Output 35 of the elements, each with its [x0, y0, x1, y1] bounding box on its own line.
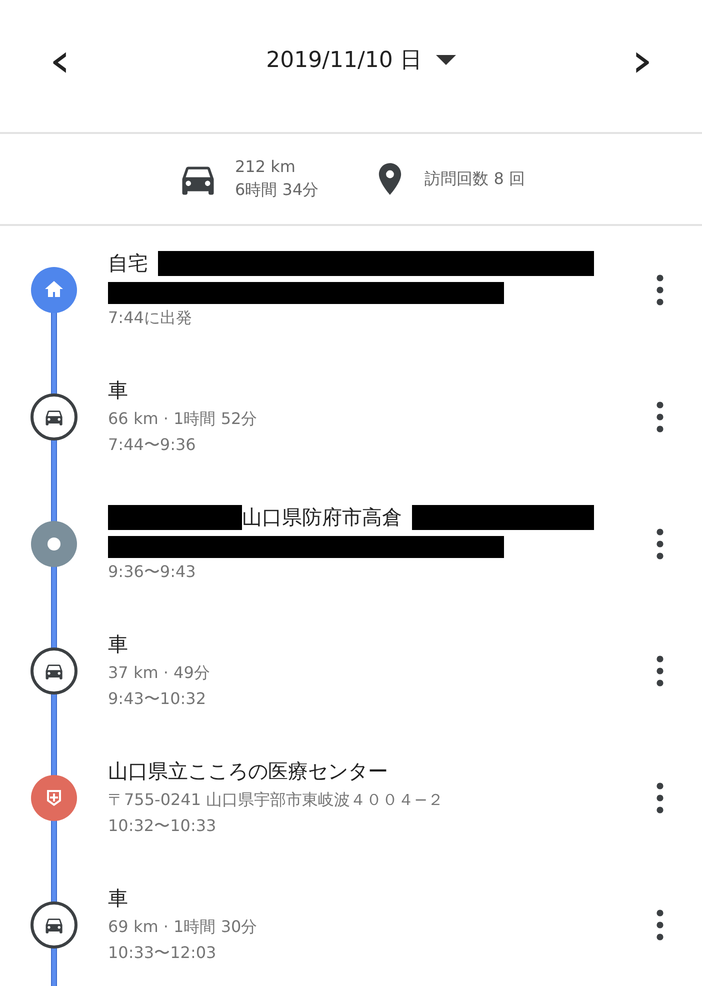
place-title: 車 [108, 631, 128, 658]
hospital-icon [30, 774, 78, 822]
more-options-icon[interactable] [656, 782, 664, 814]
next-day-button[interactable]: › [616, 37, 668, 83]
time-range: 7:44〜9:36 [108, 435, 196, 456]
more-options-icon[interactable] [656, 654, 664, 686]
place-title: 山口県防府市高倉 [242, 504, 402, 531]
caret-icon [436, 55, 456, 65]
car-icon [30, 646, 78, 694]
place-title: 山口県立こころの医療センター [108, 758, 388, 785]
place-title: 車 [108, 377, 128, 404]
detail-text: 37 km · 49分 [108, 663, 210, 684]
date-dropdown[interactable]: 2019/11/10 日 [266, 45, 456, 75]
more-options-icon[interactable] [656, 908, 664, 940]
time-range: 9:43〜10:32 [108, 689, 206, 710]
time-range: 10:33〜12:03 [108, 943, 216, 964]
detail-text: 69 km · 1時間 30分 [108, 917, 258, 938]
detail-text: 〒755-0241 山口県宇部市東岐波４００４−２ [108, 790, 444, 811]
more-options-icon[interactable] [656, 274, 664, 306]
detail-text: 66 km · 1時間 52分 [108, 409, 258, 430]
previous-day-button[interactable]: ‹ [34, 37, 86, 83]
home-icon [30, 266, 78, 314]
place-title: 自宅 [108, 250, 148, 277]
total-duration: 6時間 34分 [235, 180, 319, 201]
place-title: 車 [108, 885, 128, 912]
total-distance: 212 km [235, 157, 296, 176]
place-dot-icon [30, 520, 78, 568]
more-options-icon[interactable] [656, 528, 664, 560]
time-range: 7:44に出発 [108, 308, 192, 329]
more-options-icon[interactable] [656, 400, 664, 432]
time-range: 9:36〜9:43 [108, 562, 196, 583]
visit-count: 訪問回数 8 回 [424, 168, 525, 190]
car-icon [30, 392, 78, 440]
car-icon [30, 900, 78, 948]
time-range: 10:32〜10:33 [108, 816, 216, 837]
